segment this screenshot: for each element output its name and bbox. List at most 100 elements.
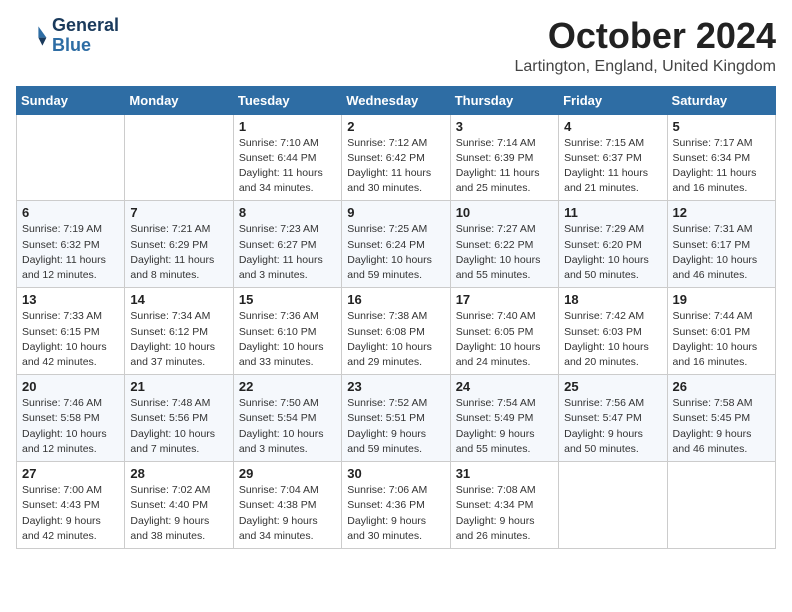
day-number: 23	[347, 379, 444, 394]
calendar-cell: 24 Sunrise: 7:54 AM Sunset: 5:49 PM Dayli…	[450, 375, 558, 462]
day-info: Sunrise: 7:12 AM Sunset: 6:42 PM Dayligh…	[347, 136, 444, 197]
calendar-cell: 30Sunrise: 7:06 AM Sunset: 4:36 PM Dayli…	[342, 462, 450, 549]
day-info: Sunrise: 7:42 AM Sunset: 6:03 PM Dayligh…	[564, 309, 661, 370]
calendar-cell: 28 Sunrise: 7:02 AM Sunset: 4:40 PM Dayli…	[125, 462, 233, 549]
calendar-cell: 8 Sunrise: 7:23 AM Sunset: 6:27 PM Daylig…	[233, 201, 341, 288]
calendar-cell: 31 Sunrise: 7:08 AM Sunset: 4:34 PM Dayli…	[450, 462, 558, 549]
calendar-cell	[559, 462, 667, 549]
calendar-cell: 29 Sunrise: 7:04 AM Sunset: 4:38 PM Dayli…	[233, 462, 341, 549]
day-info: Sunrise: 7:48 AM Sunset: 5:56 PM Dayligh…	[130, 396, 227, 457]
day-number: 6	[22, 205, 119, 220]
day-info: Sunrise: 7:19 AM Sunset: 6:32 PM Dayligh…	[22, 222, 119, 283]
calendar-cell: 23 Sunrise: 7:52 AM Sunset: 5:51 PM Dayli…	[342, 375, 450, 462]
calendar-cell: 10 Sunrise: 7:27 AM Sunset: 6:22 PM Dayli…	[450, 201, 558, 288]
day-info: Sunrise: 7:02 AM Sunset: 4:40 PM Dayligh…	[130, 483, 227, 544]
day-number: 3	[456, 119, 553, 134]
calendar-cell: 1 Sunrise: 7:10 AM Sunset: 6:44 PM Daylig…	[233, 114, 341, 201]
day-number: 28	[130, 466, 227, 481]
weekday-header-tuesday: Tuesday	[233, 86, 341, 114]
calendar-cell: 3 Sunrise: 7:14 AM Sunset: 6:39 PM Daylig…	[450, 114, 558, 201]
day-number: 11	[564, 205, 661, 220]
day-info: Sunrise: 7:40 AM Sunset: 6:05 PM Dayligh…	[456, 309, 553, 370]
calendar-cell: 14 Sunrise: 7:34 AM Sunset: 6:12 PM Dayli…	[125, 288, 233, 375]
day-number: 22	[239, 379, 336, 394]
calendar-cell: 2 Sunrise: 7:12 AM Sunset: 6:42 PM Daylig…	[342, 114, 450, 201]
day-number: 4	[564, 119, 661, 134]
day-number: 20	[22, 379, 119, 394]
day-number: 31	[456, 466, 553, 481]
day-number: 12	[673, 205, 770, 220]
calendar-cell: 19Sunrise: 7:44 AM Sunset: 6:01 PM Dayli…	[667, 288, 775, 375]
day-info: Sunrise: 7:25 AM Sunset: 6:24 PM Dayligh…	[347, 222, 444, 283]
day-number: 21	[130, 379, 227, 394]
day-number: 26	[673, 379, 770, 394]
logo-icon	[16, 20, 48, 52]
weekday-header-monday: Monday	[125, 86, 233, 114]
day-number: 25	[564, 379, 661, 394]
weekday-header-saturday: Saturday	[667, 86, 775, 114]
day-number: 18	[564, 292, 661, 307]
day-number: 24	[456, 379, 553, 394]
day-info: Sunrise: 7:21 AM Sunset: 6:29 PM Dayligh…	[130, 222, 227, 283]
logo-line1: General	[52, 16, 119, 36]
day-info: Sunrise: 7:04 AM Sunset: 4:38 PM Dayligh…	[239, 483, 336, 544]
calendar-cell: 21 Sunrise: 7:48 AM Sunset: 5:56 PM Dayli…	[125, 375, 233, 462]
month-title: October 2024	[514, 16, 776, 56]
weekday-header-thursday: Thursday	[450, 86, 558, 114]
day-info: Sunrise: 7:14 AM Sunset: 6:39 PM Dayligh…	[456, 136, 553, 197]
day-info: Sunrise: 7:36 AM Sunset: 6:10 PM Dayligh…	[239, 309, 336, 370]
calendar-cell: 11 Sunrise: 7:29 AM Sunset: 6:20 PM Dayli…	[559, 201, 667, 288]
calendar-week-4: 20Sunrise: 7:46 AM Sunset: 5:58 PM Dayli…	[17, 375, 776, 462]
day-info: Sunrise: 7:54 AM Sunset: 5:49 PM Dayligh…	[456, 396, 553, 457]
day-info: Sunrise: 7:23 AM Sunset: 6:27 PM Dayligh…	[239, 222, 336, 283]
day-info: Sunrise: 7:34 AM Sunset: 6:12 PM Dayligh…	[130, 309, 227, 370]
day-number: 9	[347, 205, 444, 220]
day-number: 17	[456, 292, 553, 307]
day-info: Sunrise: 7:17 AM Sunset: 6:34 PM Dayligh…	[673, 136, 770, 197]
day-info: Sunrise: 7:44 AM Sunset: 6:01 PM Dayligh…	[673, 309, 770, 370]
day-number: 1	[239, 119, 336, 134]
calendar-cell: 13Sunrise: 7:33 AM Sunset: 6:15 PM Dayli…	[17, 288, 125, 375]
calendar-cell: 16 Sunrise: 7:38 AM Sunset: 6:08 PM Dayli…	[342, 288, 450, 375]
day-info: Sunrise: 7:06 AM Sunset: 4:36 PM Dayligh…	[347, 483, 444, 544]
calendar-week-3: 13Sunrise: 7:33 AM Sunset: 6:15 PM Dayli…	[17, 288, 776, 375]
day-info: Sunrise: 7:52 AM Sunset: 5:51 PM Dayligh…	[347, 396, 444, 457]
calendar-week-1: 1 Sunrise: 7:10 AM Sunset: 6:44 PM Daylig…	[17, 114, 776, 201]
calendar-cell: 12 Sunrise: 7:31 AM Sunset: 6:17 PM Dayli…	[667, 201, 775, 288]
page-header: General Blue October 2024 Lartington, En…	[16, 16, 776, 76]
day-info: Sunrise: 7:27 AM Sunset: 6:22 PM Dayligh…	[456, 222, 553, 283]
title-area: October 2024 Lartington, England, United…	[514, 16, 776, 76]
day-number: 2	[347, 119, 444, 134]
day-info: Sunrise: 7:10 AM Sunset: 6:44 PM Dayligh…	[239, 136, 336, 197]
calendar-cell: 17 Sunrise: 7:40 AM Sunset: 6:05 PM Dayli…	[450, 288, 558, 375]
day-info: Sunrise: 7:08 AM Sunset: 4:34 PM Dayligh…	[456, 483, 553, 544]
location-title: Lartington, England, United Kingdom	[514, 58, 776, 76]
calendar-cell: 7 Sunrise: 7:21 AM Sunset: 6:29 PM Daylig…	[125, 201, 233, 288]
day-number: 7	[130, 205, 227, 220]
day-number: 16	[347, 292, 444, 307]
day-number: 10	[456, 205, 553, 220]
calendar-cell: 6 Sunrise: 7:19 AM Sunset: 6:32 PM Daylig…	[17, 201, 125, 288]
day-info: Sunrise: 7:29 AM Sunset: 6:20 PM Dayligh…	[564, 222, 661, 283]
calendar-cell: 27Sunrise: 7:00 AM Sunset: 4:43 PM Dayli…	[17, 462, 125, 549]
day-info: Sunrise: 7:31 AM Sunset: 6:17 PM Dayligh…	[673, 222, 770, 283]
calendar-cell	[667, 462, 775, 549]
logo-text: General Blue	[52, 16, 119, 56]
calendar-cell: 22 Sunrise: 7:50 AM Sunset: 5:54 PM Dayli…	[233, 375, 341, 462]
calendar-cell	[17, 114, 125, 201]
weekday-header-sunday: Sunday	[17, 86, 125, 114]
calendar-body: 1 Sunrise: 7:10 AM Sunset: 6:44 PM Daylig…	[17, 114, 776, 548]
day-info: Sunrise: 7:50 AM Sunset: 5:54 PM Dayligh…	[239, 396, 336, 457]
day-number: 29	[239, 466, 336, 481]
day-number: 14	[130, 292, 227, 307]
day-info: Sunrise: 7:56 AM Sunset: 5:47 PM Dayligh…	[564, 396, 661, 457]
day-info: Sunrise: 7:00 AM Sunset: 4:43 PM Dayligh…	[22, 483, 119, 544]
calendar-cell: 9 Sunrise: 7:25 AM Sunset: 6:24 PM Daylig…	[342, 201, 450, 288]
day-info: Sunrise: 7:38 AM Sunset: 6:08 PM Dayligh…	[347, 309, 444, 370]
calendar-cell: 5Sunrise: 7:17 AM Sunset: 6:34 PM Daylig…	[667, 114, 775, 201]
logo: General Blue	[16, 16, 119, 56]
weekday-header-wednesday: Wednesday	[342, 86, 450, 114]
day-number: 8	[239, 205, 336, 220]
calendar-cell: 15Sunrise: 7:36 AM Sunset: 6:10 PM Dayli…	[233, 288, 341, 375]
calendar-header-row: SundayMondayTuesdayWednesdayThursdayFrid…	[17, 86, 776, 114]
